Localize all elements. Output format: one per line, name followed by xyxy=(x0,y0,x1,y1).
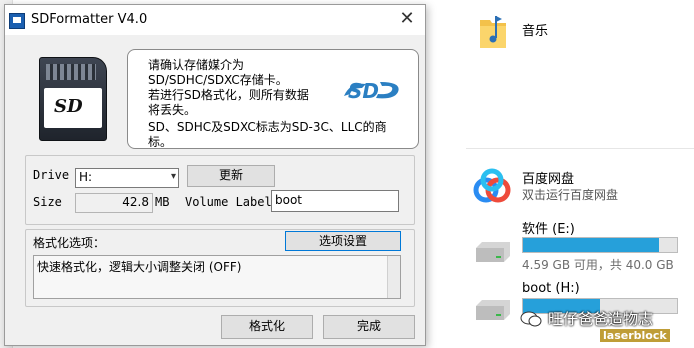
drive-select[interactable]: H: ▾ xyxy=(75,168,179,188)
option-settings-button[interactable]: 选项设置 xyxy=(285,231,401,251)
sd-card-label: SD xyxy=(44,88,102,128)
app-icon xyxy=(9,13,25,29)
drive-e-info: 4.59 GB 可用，共 40.0 GB xyxy=(522,258,674,272)
drive-value: H: xyxy=(79,170,93,184)
refresh-button[interactable]: 更新 xyxy=(187,165,275,187)
music-folder-label[interactable]: 音乐 xyxy=(522,20,548,39)
volume-label-input[interactable]: boot xyxy=(271,190,399,212)
baidu-netdisk-subtitle: 双击运行百度网盘 xyxy=(522,188,619,202)
size-label: Size xyxy=(33,195,62,209)
removable-drive-icon[interactable] xyxy=(474,300,512,322)
sd-card-icon: SD xyxy=(39,57,107,141)
info-message: 请确认存储媒介为 SD/SDHC/SDXC存储卡。 若进行SD格式化，则所有数据… xyxy=(148,58,343,118)
baidu-netdisk-icon[interactable] xyxy=(470,166,514,210)
svg-text:SD: SD xyxy=(348,79,379,103)
drive-e-usage-fill xyxy=(523,238,660,252)
trademark-line: SD、SDHC及SDXC标志为SD-3C、LLC的商 xyxy=(148,120,387,134)
size-unit: MB xyxy=(155,195,170,209)
format-button[interactable]: 格式化 xyxy=(221,315,313,339)
volume-label-value: boot xyxy=(275,193,303,207)
sdformatter-dialog: SDFormatter V4.0 ✕ SD 请确认存储媒介为 SD/SDHC/S… xyxy=(4,4,426,346)
watermark-subtext: laserblock xyxy=(600,329,670,342)
drive-e-usage-bar xyxy=(522,237,678,253)
sd-logo-icon: SD xyxy=(344,79,399,103)
title-bar: SDFormatter V4.0 ✕ xyxy=(5,5,425,35)
info-panel: 请确认存储媒介为 SD/SDHC/SDXC存储卡。 若进行SD格式化，则所有数据… xyxy=(127,49,419,149)
info-line: 将丢失。 xyxy=(148,103,197,117)
format-options-display: 快速格式化，逻辑大小调整关闭 (OFF) xyxy=(33,255,401,299)
baidu-netdisk-title[interactable]: 百度网盘 xyxy=(522,168,574,187)
music-folder-icon[interactable] xyxy=(478,14,508,52)
section-divider xyxy=(466,148,694,149)
chevron-down-icon: ▾ xyxy=(170,171,176,182)
info-line: 若进行SD格式化，则所有数据 xyxy=(148,88,309,102)
options-scrollbar[interactable] xyxy=(387,256,400,298)
volume-label-caption: Volume Label xyxy=(185,195,272,209)
drive-label: Drive xyxy=(33,168,70,182)
drive-h-label[interactable]: boot (H:) xyxy=(522,281,580,296)
drive-e-label[interactable]: 软件 (E:) xyxy=(522,218,575,237)
size-field: 42.8 xyxy=(75,193,153,213)
size-value: 42.8 xyxy=(122,195,149,209)
info-line: SD/SDHC/SDXC存储卡。 xyxy=(148,73,288,87)
done-button[interactable]: 完成 xyxy=(323,315,415,339)
sd-card-text: SD xyxy=(54,96,83,117)
info-line: 请确认存储媒介为 xyxy=(148,58,245,72)
trademark-note: SD、SDHC及SDXC标志为SD-3C、LLC的商 标。 xyxy=(148,120,408,150)
format-options-value: 快速格式化，逻辑大小调整关闭 (OFF) xyxy=(37,260,242,274)
format-options-label: 格式化选项： xyxy=(33,236,106,250)
hard-drive-icon[interactable] xyxy=(474,242,512,264)
close-button[interactable]: ✕ xyxy=(393,9,421,31)
watermark-text: 旺仔爸爸造物志 xyxy=(548,310,654,328)
trademark-line: 标。 xyxy=(148,135,173,149)
wechat-icon xyxy=(520,311,542,327)
sd-card-contacts xyxy=(46,64,96,80)
window-title: SDFormatter V4.0 xyxy=(31,12,148,27)
